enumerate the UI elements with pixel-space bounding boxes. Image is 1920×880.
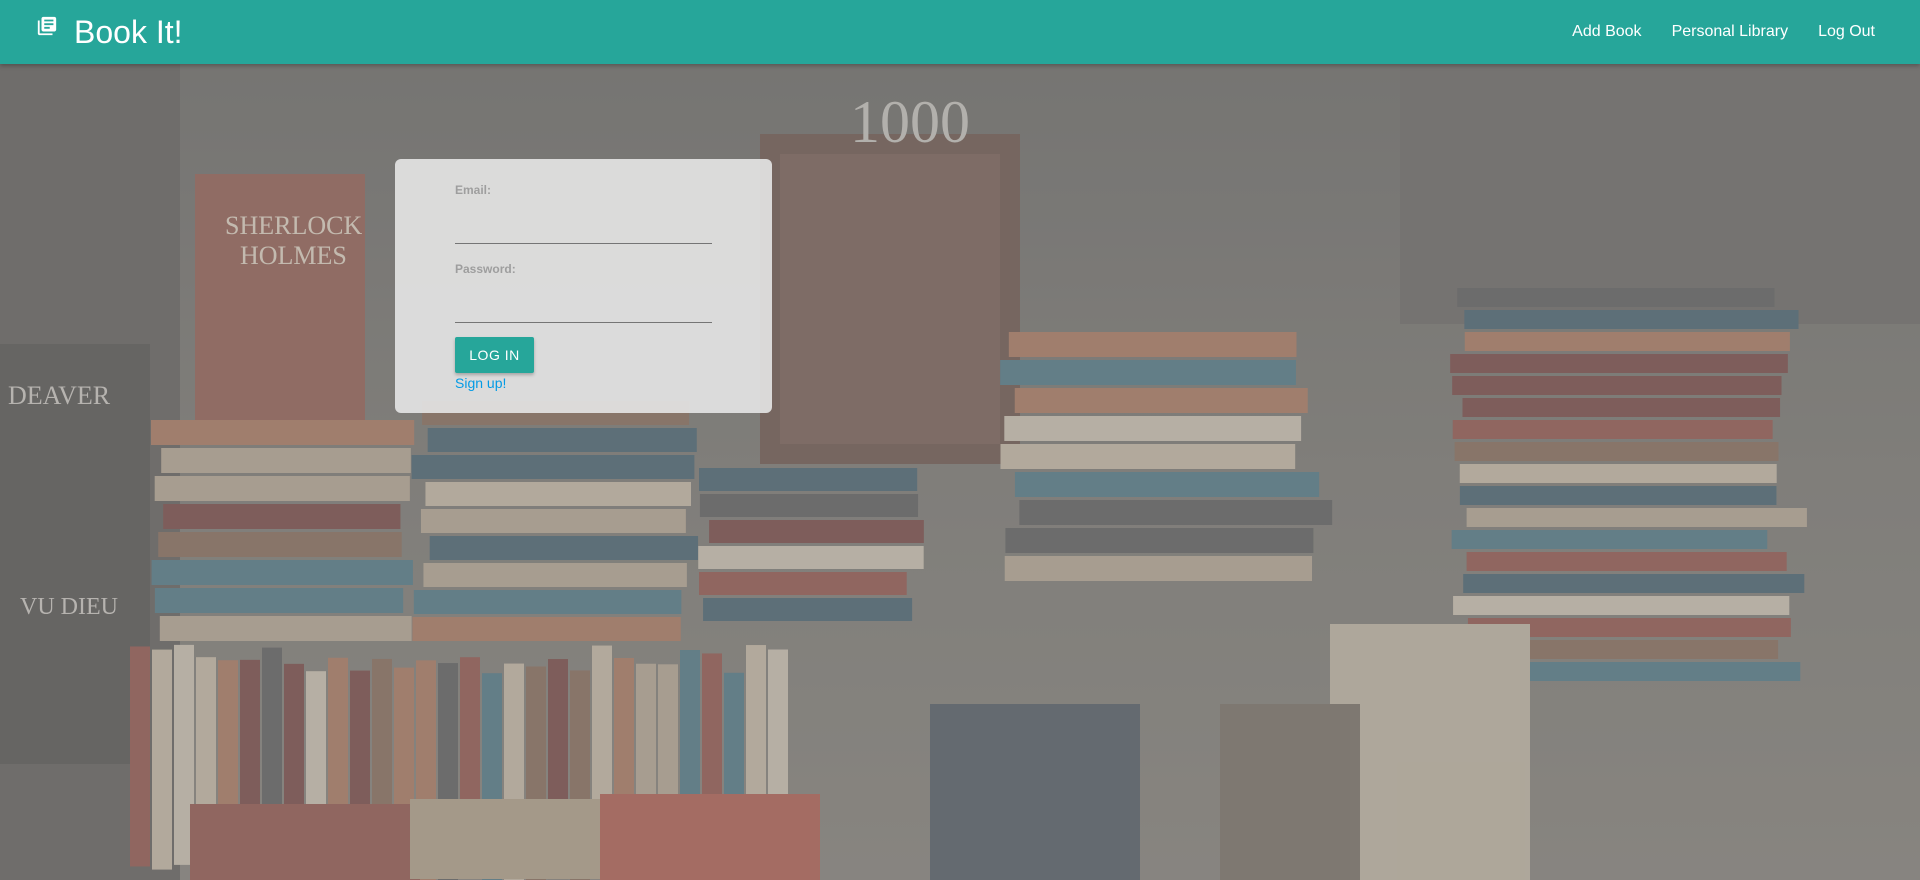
login-button[interactable]: LOG IN [455,337,534,373]
background-overlay [0,64,1920,880]
top-navbar: Book It! Add Book Personal Library Log O… [0,0,1920,64]
email-label: Email: [455,183,492,197]
brand-logo-link[interactable]: Book It! [36,0,183,64]
nav-log-out[interactable]: Log Out [1803,0,1890,64]
password-field[interactable] [455,292,712,323]
brand-title: Book It! [74,14,183,50]
nav-links: Add Book Personal Library Log Out [1557,0,1890,64]
nav-add-book[interactable]: Add Book [1557,0,1656,64]
signup-link[interactable]: Sign up! [455,375,506,391]
nav-personal-library[interactable]: Personal Library [1657,0,1804,64]
email-field[interactable] [455,213,712,244]
password-label: Password: [455,262,516,276]
library-books-icon [37,16,57,36]
background-books-photo: 1000 SHERLOCK HOLMES DEAVER VU DIEU [0,64,1920,880]
login-card: Email: Password: LOG IN Sign up! [395,159,772,413]
